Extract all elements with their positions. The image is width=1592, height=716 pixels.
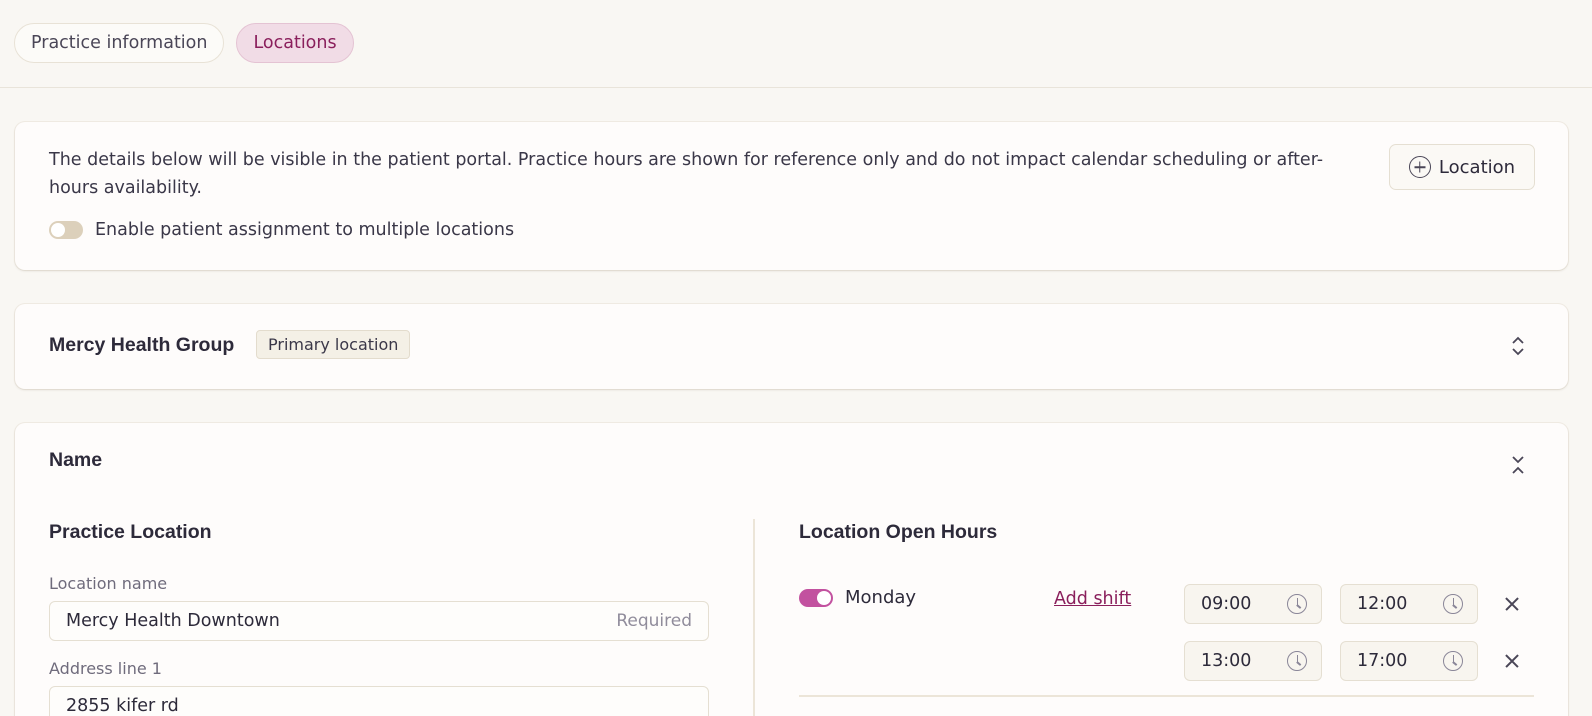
hours-divider (799, 695, 1534, 697)
toggle-knob (51, 223, 65, 237)
location-group-card[interactable]: Mercy Health Group Primary location (15, 304, 1568, 389)
portal-visibility-notice: The details below will be visible in the… (49, 150, 1324, 198)
tab-practice-information[interactable]: Practice information (14, 23, 225, 63)
address-line-1-input[interactable]: 2855 kifer rd (49, 686, 709, 716)
column-divider (753, 519, 755, 716)
tab-locations[interactable]: Locations (236, 23, 354, 63)
add-location-button[interactable]: Location (1389, 144, 1535, 190)
shift-1-end-input[interactable]: 12:00 (1340, 584, 1478, 624)
multi-location-toggle-label: Enable patient assignment to multiple lo… (95, 220, 515, 240)
collapse-chevrons-icon[interactable] (1510, 453, 1526, 477)
shift-2-start-value: 13:00 (1201, 651, 1252, 671)
location-detail-card: Name Practice Location Location name Mer… (15, 423, 1568, 716)
location-group-title: Mercy Health Group (49, 334, 235, 356)
open-hours-section-title: Location Open Hours (799, 521, 998, 543)
toggle-knob (817, 590, 831, 605)
clock-icon[interactable] (1443, 594, 1463, 614)
add-location-label: Location (1438, 156, 1516, 178)
shift-1-end-value: 12:00 (1357, 594, 1408, 614)
shift-2-end-input[interactable]: 17:00 (1340, 641, 1478, 681)
shift-2-end-value: 17:00 (1357, 651, 1408, 671)
multi-location-toggle[interactable] (49, 221, 83, 239)
practice-location-section-title: Practice Location (49, 521, 212, 543)
location-header-name: Name (49, 449, 103, 471)
shift-1-start-input[interactable]: 09:00 (1184, 584, 1322, 624)
shift-2-start-input[interactable]: 13:00 (1184, 641, 1322, 681)
address-line-1-value: 2855 kifer rd (66, 696, 179, 716)
address-line-1-label: Address line 1 (49, 659, 162, 678)
remove-shift-2-icon[interactable] (1504, 653, 1520, 669)
location-name-value: Mercy Health Downtown (66, 611, 280, 631)
clock-icon[interactable] (1287, 594, 1307, 614)
add-shift-link[interactable]: Add shift (1054, 589, 1131, 609)
tab-bar: Practice information Locations (0, 0, 1592, 88)
shift-1-start-value: 09:00 (1201, 594, 1252, 614)
plus-circle-icon (1408, 156, 1431, 178)
required-hint: Required (616, 611, 692, 631)
location-name-input[interactable]: Mercy Health Downtown Required (49, 601, 709, 641)
primary-location-badge: Primary location (256, 330, 411, 359)
day-row-monday: Monday (799, 587, 916, 608)
location-name-label: Location name (49, 574, 168, 593)
multi-location-toggle-row: Enable patient assignment to multiple lo… (49, 220, 514, 240)
monday-toggle[interactable] (799, 588, 833, 607)
clock-icon[interactable] (1287, 651, 1307, 671)
day-label: Monday (845, 587, 917, 608)
remove-shift-1-icon[interactable] (1504, 596, 1520, 612)
expand-chevrons-icon[interactable] (1510, 334, 1526, 358)
info-card: The details below will be visible in the… (15, 122, 1568, 270)
clock-icon[interactable] (1443, 651, 1463, 671)
